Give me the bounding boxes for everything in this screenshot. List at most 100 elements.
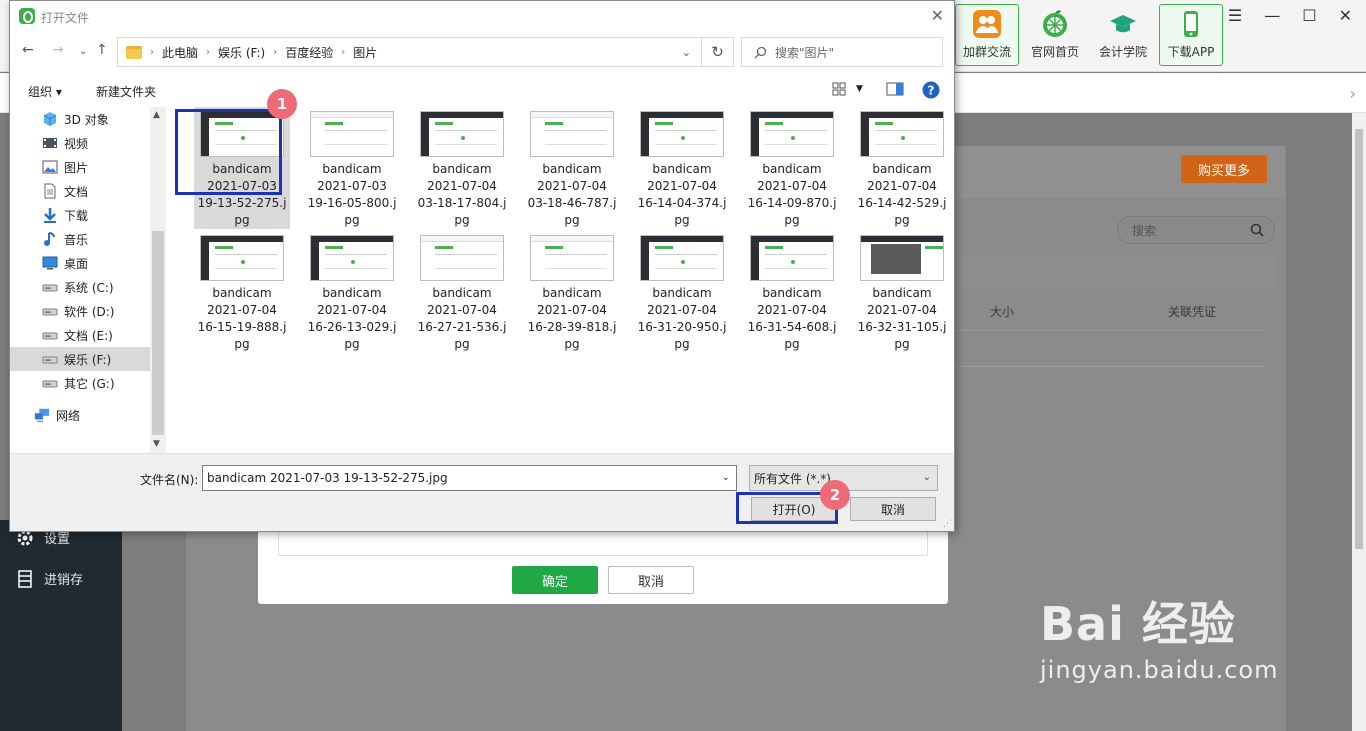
- svg-text:?: ?: [928, 84, 935, 98]
- nav-item[interactable]: 3D 对象: [10, 107, 150, 131]
- nav-item-label: 文档: [64, 184, 89, 199]
- modal-textarea[interactable]: [278, 530, 928, 556]
- file-item[interactable]: bandicam 2021-07-04 16-26-13-029.j pg: [304, 231, 400, 353]
- nav-item[interactable]: 网络: [10, 403, 150, 427]
- group-chat-button[interactable]: 加群交流: [955, 4, 1019, 66]
- nav-item[interactable]: 视频: [10, 131, 150, 155]
- app-search-input[interactable]: 搜索: [1117, 216, 1275, 244]
- app-filter-strip: [955, 255, 1276, 287]
- close-icon[interactable]: ✕: [931, 6, 944, 25]
- recent-dropdown-icon[interactable]: ⌄: [79, 46, 87, 57]
- sidebar-item-inventory[interactable]: 进销存: [16, 569, 83, 588]
- file-name-line: 2021-07-04: [867, 303, 937, 317]
- file-item[interactable]: bandicam 2021-07-04 16-15-19-888.j pg: [194, 231, 290, 353]
- scroll-down-icon[interactable]: ▼: [153, 439, 160, 449]
- download-app-button[interactable]: 下载APP: [1159, 4, 1223, 66]
- help-icon[interactable]: ?: [922, 81, 940, 102]
- column-voucher: 关联凭证: [1168, 305, 1217, 319]
- view-options-icon[interactable]: [832, 82, 846, 99]
- file-item[interactable]: bandicam 2021-07-04 16-28-39-818.j pg: [524, 231, 620, 353]
- address-bar[interactable]: › 此电脑 › 娱乐 (F:) › 百度经验 › 图片 ⌄: [117, 37, 702, 67]
- file-name-line: pg: [784, 213, 800, 227]
- file-thumbnail: [310, 235, 394, 281]
- nav-item[interactable]: 系统 (C:): [10, 275, 150, 299]
- chevron-down-icon[interactable]: ⌄: [722, 472, 730, 483]
- nav-item[interactable]: 图片: [10, 155, 150, 179]
- file-name-line: pg: [894, 213, 910, 227]
- file-name-line: 16-27-21-536.j: [417, 320, 507, 334]
- file-item[interactable]: bandicam 2021-07-04 16-31-20-950.j pg: [634, 231, 730, 353]
- file-item[interactable]: bandicam 2021-07-03 19-16-05-800.j pg: [304, 107, 400, 229]
- nav-item[interactable]: 娱乐 (F:): [10, 347, 150, 371]
- scrollbar-thumb[interactable]: [152, 231, 164, 435]
- nav-item[interactable]: 音乐: [10, 227, 150, 251]
- official-home-label: 官网首页: [1030, 45, 1079, 59]
- file-item[interactable]: bandicam 2021-07-04 03-18-46-787.j pg: [524, 107, 620, 229]
- buy-more-button[interactable]: 购买更多: [1181, 155, 1267, 183]
- refresh-button[interactable]: ↻: [702, 37, 734, 67]
- navigation-scrollbar[interactable]: ▲ ▼: [150, 107, 166, 453]
- file-thumbnail: [200, 235, 284, 281]
- nav-item[interactable]: 文档 (E:): [10, 323, 150, 347]
- file-name-line: 03-18-46-787.j: [527, 196, 617, 210]
- breadcrumb-item[interactable]: 百度经验: [285, 44, 333, 61]
- file-name-line: 2021-07-04: [537, 179, 607, 193]
- nav-item[interactable]: 其它 (G:): [10, 371, 150, 395]
- preview-pane-icon[interactable]: [886, 82, 904, 99]
- back-arrow-icon[interactable]: ←: [22, 42, 34, 58]
- chevron-right-icon[interactable]: ›: [1350, 84, 1356, 103]
- chevron-down-icon[interactable]: ⌄: [682, 46, 691, 59]
- filename-label: 文件名(N):: [140, 473, 199, 487]
- file-name-line: pg: [344, 337, 360, 351]
- file-item[interactable]: bandicam 2021-07-04 03-18-17-804.j pg: [414, 107, 510, 229]
- new-folder-button[interactable]: 新建文件夹: [96, 83, 156, 100]
- file-name-line: 2021-07-04: [757, 179, 827, 193]
- confirm-button[interactable]: 确定: [512, 566, 598, 594]
- app-toolbar: 加群交流 官网首页 会计学院 下载APP: [955, 4, 1223, 66]
- breadcrumb-item[interactable]: 此电脑: [162, 44, 198, 61]
- chevron-right-icon[interactable]: ›: [150, 47, 154, 58]
- app-scrollbar[interactable]: [1352, 113, 1366, 731]
- menu-icon[interactable]: ☰: [1228, 6, 1242, 25]
- nav-item-label: 文档 (E:): [64, 328, 113, 343]
- file-thumbnail: [750, 235, 834, 281]
- modal-cancel-button[interactable]: 取消: [608, 566, 694, 594]
- nav-item-label: 桌面: [64, 256, 89, 271]
- scroll-up-icon[interactable]: ▲: [153, 110, 160, 120]
- file-name-line: pg: [894, 337, 910, 351]
- filename-input[interactable]: bandicam 2021-07-03 19-13-52-275.jpg ⌄: [202, 465, 737, 491]
- file-item[interactable]: bandicam 2021-07-04 16-32-31-105.j pg: [854, 231, 950, 353]
- chevron-right-icon[interactable]: ›: [206, 47, 210, 58]
- folder-icon: [126, 45, 142, 59]
- nav-item[interactable]: 下载: [10, 203, 150, 227]
- file-item[interactable]: bandicam 2021-07-04 16-27-21-536.j pg: [414, 231, 510, 353]
- accounting-academy-button[interactable]: 会计学院: [1091, 4, 1155, 66]
- file-item[interactable]: bandicam 2021-07-04 16-31-54-608.j pg: [744, 231, 840, 353]
- organize-menu[interactable]: 组织 ▾: [28, 83, 62, 100]
- file-item[interactable]: bandicam 2021-07-04 16-14-04-374.j pg: [634, 107, 730, 229]
- file-item[interactable]: bandicam 2021-07-04 16-14-09-870.j pg: [744, 107, 840, 229]
- nav-item[interactable]: 桌面: [10, 251, 150, 275]
- breadcrumb-item[interactable]: 娱乐 (F:): [218, 44, 265, 61]
- minimize-icon[interactable]: —: [1264, 6, 1280, 25]
- drive-icon: [42, 328, 58, 342]
- scrollbar-thumb[interactable]: [1355, 129, 1363, 549]
- cancel-button[interactable]: 取消: [850, 497, 936, 521]
- folder-search-input[interactable]: 搜索"图片": [741, 37, 943, 67]
- resize-grip-icon[interactable]: ⋰: [943, 519, 952, 529]
- view-dropdown-icon[interactable]: ▼: [856, 84, 863, 94]
- official-home-button[interactable]: 官网首页: [1023, 4, 1087, 66]
- file-item[interactable]: bandicam 2021-07-04 16-14-42-529.j pg: [854, 107, 950, 229]
- chevron-down-icon[interactable]: ⌄: [923, 472, 931, 483]
- cube-icon: [42, 112, 58, 126]
- up-arrow-icon[interactable]: ↑: [96, 42, 108, 58]
- nav-item[interactable]: 文档: [10, 179, 150, 203]
- chevron-right-icon[interactable]: ›: [341, 47, 345, 58]
- file-thumbnail: [530, 111, 614, 157]
- close-icon[interactable]: ✕: [1339, 6, 1352, 25]
- nav-item[interactable]: 软件 (D:): [10, 299, 150, 323]
- breadcrumb-item[interactable]: 图片: [353, 44, 377, 61]
- maximize-icon[interactable]: ☐: [1302, 6, 1316, 25]
- forward-arrow-icon[interactable]: →: [52, 42, 64, 58]
- chevron-right-icon[interactable]: ›: [273, 47, 277, 58]
